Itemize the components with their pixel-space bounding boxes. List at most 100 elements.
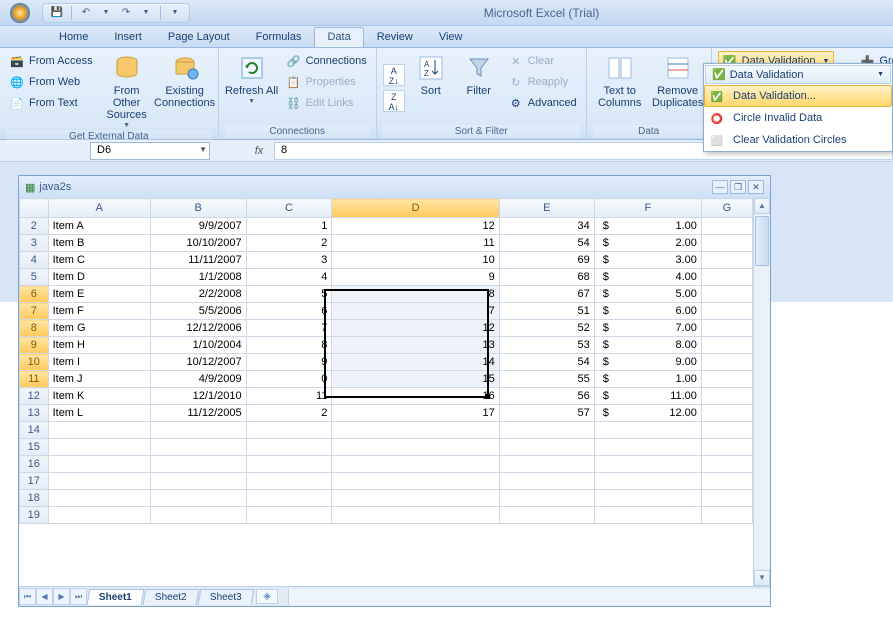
scroll-thumb[interactable] [755, 216, 769, 266]
cell[interactable] [594, 439, 701, 456]
cell[interactable]: 57 [499, 405, 594, 422]
cell[interactable] [332, 490, 499, 507]
reapply-button[interactable]: ↻Reapply [505, 72, 580, 92]
from-web-button[interactable]: 🌐From Web [6, 72, 96, 92]
cell[interactable]: 69 [499, 252, 594, 269]
menu-data-validation[interactable]: ✅Data Validation... [704, 85, 892, 107]
row-header[interactable]: 14 [20, 422, 49, 439]
tab-home[interactable]: Home [46, 27, 101, 47]
cell[interactable] [499, 473, 594, 490]
scroll-up-button[interactable]: ▲ [754, 198, 770, 214]
cell[interactable]: 5/5/2006 [150, 303, 246, 320]
cell[interactable]: 34 [499, 218, 594, 235]
row-header[interactable]: 8 [20, 320, 49, 337]
cell[interactable]: Item D [48, 269, 150, 286]
spreadsheet-grid[interactable]: ABCDEFG 2Item A9/9/2007112341.003Item B1… [19, 198, 753, 524]
row-header[interactable]: 5 [20, 269, 49, 286]
scroll-down-button[interactable]: ▼ [754, 570, 770, 586]
tab-review[interactable]: Review [364, 27, 426, 47]
cell[interactable]: 56 [499, 388, 594, 405]
cell[interactable]: 12.00 [594, 405, 701, 422]
cell[interactable] [701, 473, 752, 490]
cell[interactable] [701, 371, 752, 388]
cell[interactable] [48, 490, 150, 507]
close-button[interactable]: ✕ [748, 180, 764, 194]
filter-button[interactable]: Filter [457, 51, 501, 125]
row-header[interactable]: 12 [20, 388, 49, 405]
cell[interactable]: 5.00 [594, 286, 701, 303]
name-box-dropdown[interactable]: ▼ [199, 145, 207, 154]
row-header[interactable]: 7 [20, 303, 49, 320]
cell[interactable]: Item E [48, 286, 150, 303]
sheet-tab-sheet2[interactable]: Sheet2 [142, 589, 199, 605]
cell[interactable]: 11/11/2007 [150, 252, 246, 269]
sheet-tab-sheet1[interactable]: Sheet1 [87, 589, 145, 605]
cell[interactable]: 7.00 [594, 320, 701, 337]
cell[interactable] [499, 439, 594, 456]
cell[interactable]: Item K [48, 388, 150, 405]
cell[interactable]: 55 [499, 371, 594, 388]
cell[interactable] [332, 456, 499, 473]
cell[interactable]: 2/2/2008 [150, 286, 246, 303]
minimize-button[interactable]: — [712, 180, 728, 194]
cell[interactable] [332, 473, 499, 490]
cell[interactable] [48, 422, 150, 439]
cell[interactable]: 9/9/2007 [150, 218, 246, 235]
cell[interactable] [332, 422, 499, 439]
cell[interactable]: 4.00 [594, 269, 701, 286]
cell[interactable] [701, 405, 752, 422]
advanced-button[interactable]: ⚙Advanced [505, 93, 580, 113]
cell[interactable] [150, 473, 246, 490]
cell[interactable]: Item I [48, 354, 150, 371]
sort-asc-button[interactable]: AZ↓ [383, 64, 405, 86]
redo-drop[interactable]: ▼ [138, 5, 154, 21]
cell[interactable]: 54 [499, 354, 594, 371]
cell[interactable]: 7 [246, 320, 332, 337]
remove-duplicates-button[interactable]: Remove Duplicates [651, 51, 705, 125]
cell[interactable] [246, 456, 332, 473]
row-header[interactable]: 19 [20, 507, 49, 524]
cell[interactable] [594, 473, 701, 490]
cell[interactable] [701, 320, 752, 337]
cell[interactable]: 13 [332, 337, 499, 354]
cell[interactable]: 0 [246, 371, 332, 388]
cell[interactable] [701, 337, 752, 354]
col-header-G[interactable]: G [701, 199, 752, 218]
cell[interactable]: 3.00 [594, 252, 701, 269]
from-other-sources-button[interactable]: From Other Sources▼ [100, 51, 154, 130]
cell[interactable]: 11.00 [594, 388, 701, 405]
cell[interactable] [246, 439, 332, 456]
cell[interactable]: Item C [48, 252, 150, 269]
cell[interactable]: 17 [332, 405, 499, 422]
cell[interactable] [246, 490, 332, 507]
row-header[interactable]: 9 [20, 337, 49, 354]
cell[interactable]: 12/12/2006 [150, 320, 246, 337]
cell[interactable] [701, 456, 752, 473]
cell[interactable]: 53 [499, 337, 594, 354]
workbook-titlebar[interactable]: ▦ java2s — ❐ ✕ [19, 176, 770, 198]
cell[interactable]: 5 [246, 286, 332, 303]
name-box[interactable]: D6▼ [90, 142, 210, 160]
cell[interactable] [332, 507, 499, 524]
restore-button[interactable]: ❐ [730, 180, 746, 194]
undo-icon[interactable]: ↶ [78, 5, 94, 21]
first-sheet-button[interactable]: ⏮ [19, 588, 36, 605]
cell[interactable] [701, 269, 752, 286]
cell[interactable] [499, 490, 594, 507]
cell[interactable]: 10/10/2007 [150, 235, 246, 252]
fx-icon[interactable]: fx [250, 145, 268, 157]
row-header[interactable]: 2 [20, 218, 49, 235]
undo-drop[interactable]: ▼ [98, 5, 114, 21]
cell[interactable] [499, 422, 594, 439]
cell[interactable]: 8.00 [594, 337, 701, 354]
cell[interactable] [48, 473, 150, 490]
cell[interactable] [701, 507, 752, 524]
cell[interactable]: 54 [499, 235, 594, 252]
cell[interactable]: 2 [246, 405, 332, 422]
cell[interactable]: 12 [332, 218, 499, 235]
cell[interactable]: Item L [48, 405, 150, 422]
cell[interactable]: 6.00 [594, 303, 701, 320]
clear-button[interactable]: ✕Clear [505, 51, 580, 71]
col-header-D[interactable]: D [332, 199, 499, 218]
cell[interactable]: 8 [332, 286, 499, 303]
